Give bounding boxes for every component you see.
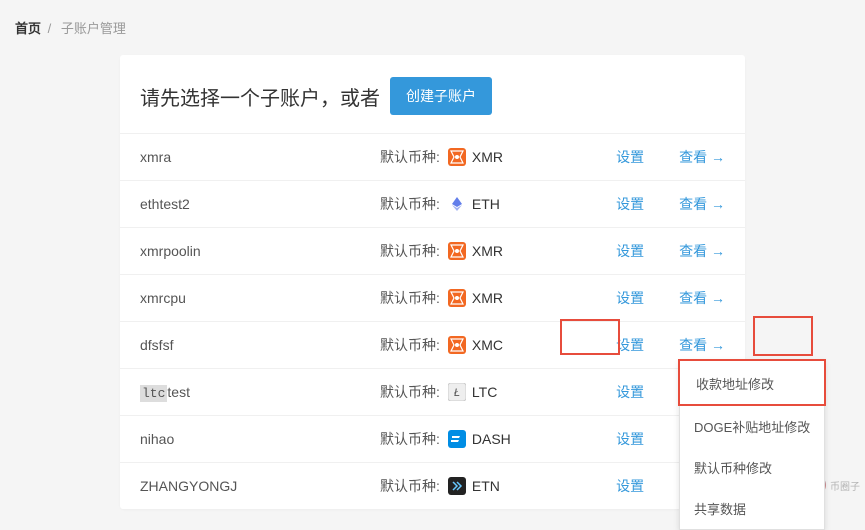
account-name: ZHANGYONGJ (140, 478, 380, 494)
card-header: 请先选择一个子账户，或者 创建子账户 (120, 55, 745, 133)
coin-label: 默认币种: (380, 429, 440, 449)
dropdown-item-address[interactable]: 收款地址修改 (678, 359, 826, 406)
account-name: nihao (140, 431, 380, 447)
dropdown-item-coin[interactable]: 默认币种修改 (680, 447, 824, 488)
table-row: xmrpoolin 默认币种: XMR 设置 查看 (120, 227, 745, 274)
view-link[interactable]: 查看 (679, 335, 725, 355)
view-link[interactable]: 查看 (679, 288, 725, 308)
settings-link[interactable]: 设置 (616, 241, 644, 261)
coin-name: ETN (472, 478, 500, 494)
xmr-icon (448, 148, 466, 166)
breadcrumb: 首页 / 子账户管理 (0, 0, 865, 55)
account-name: ltctest (140, 384, 380, 401)
table-row: nihao 默认币种: DASH 设置 查看 (120, 415, 745, 462)
coin-label: 默认币种: (380, 335, 440, 355)
coin-name: XMR (472, 149, 503, 165)
settings-link[interactable]: 设置 (616, 194, 644, 214)
coin-name: DASH (472, 431, 511, 447)
coin-cell: 默认币种: XMR (380, 241, 615, 261)
account-name: ethtest2 (140, 196, 380, 212)
table-row: xmra 默认币种: XMR 设置 查看 (120, 133, 745, 180)
dropdown-item-doge[interactable]: DOGE补贴地址修改 (680, 406, 824, 447)
table-row: ltctest 默认币种: Ł LTC 设置 查看 (120, 368, 745, 415)
breadcrumb-current: 子账户管理 (61, 21, 126, 36)
settings-link[interactable]: 设置 (616, 429, 644, 449)
table-row: ethtest2 默认币种: ETH 设置 查看 (120, 180, 745, 227)
coin-label: 默认币种: (380, 147, 440, 167)
coin-label: 默认币种: (380, 382, 440, 402)
settings-dropdown: 收款地址修改 DOGE补贴地址修改 默认币种修改 共享数据 (679, 360, 825, 530)
dropdown-item-share[interactable]: 共享数据 (680, 488, 824, 529)
coin-cell: 默认币种: ETN (380, 476, 615, 496)
coin-name: XMC (472, 337, 503, 353)
view-link[interactable]: 查看 (679, 194, 725, 214)
coin-label: 默认币种: (380, 194, 440, 214)
coin-label: 默认币种: (380, 288, 440, 308)
coin-name: XMR (472, 290, 503, 306)
view-link[interactable]: 查看 (679, 147, 725, 167)
view-link[interactable]: 查看 (679, 241, 725, 261)
coin-cell: 默认币种: XMR (380, 147, 615, 167)
table-row: ZHANGYONGJ 默认币种: ETN 设置 查看 (120, 462, 745, 509)
etn-icon (448, 477, 466, 495)
ltc-icon: Ł (448, 383, 466, 401)
account-name: dfsfsf (140, 337, 380, 353)
create-subaccount-button[interactable]: 创建子账户 (390, 77, 492, 115)
coin-label: 默认币种: (380, 476, 440, 496)
dash-icon (448, 430, 466, 448)
account-name: xmrcpu (140, 290, 380, 306)
svg-text:Ł: Ł (454, 387, 460, 399)
coin-cell: 默认币种: Ł LTC (380, 382, 615, 402)
settings-link[interactable]: 设置 (616, 476, 644, 496)
page-title: 请先选择一个子账户，或者 (140, 82, 380, 111)
breadcrumb-separator: / (48, 21, 52, 36)
settings-link[interactable]: 设置 (616, 335, 644, 355)
account-name: xmra (140, 149, 380, 165)
coin-label: 默认币种: (380, 241, 440, 261)
watermark-text: 币圈子 (830, 478, 860, 493)
account-name: xmrpoolin (140, 243, 380, 259)
coin-cell: 默认币种: XMC (380, 335, 615, 355)
settings-link[interactable]: 设置 (616, 382, 644, 402)
coin-name: XMR (472, 243, 503, 259)
xmr-icon (448, 242, 466, 260)
highlight-settings-link (753, 316, 813, 356)
xmr-icon (448, 336, 466, 354)
table-row: dfsfsf 默认币种: XMC 设置 查看 (120, 321, 745, 368)
coin-cell: 默认币种: DASH (380, 429, 615, 449)
table-row: xmrcpu 默认币种: XMR 设置 查看 (120, 274, 745, 321)
subaccount-card: 请先选择一个子账户，或者 创建子账户 xmra 默认币种: XMR 设置 查看 … (120, 55, 745, 509)
eth-icon (448, 195, 466, 213)
coin-name: ETH (472, 196, 500, 212)
breadcrumb-home[interactable]: 首页 (15, 21, 41, 36)
coin-cell: 默认币种: XMR (380, 288, 615, 308)
coin-cell: 默认币种: ETH (380, 194, 615, 214)
xmr-icon (448, 289, 466, 307)
settings-link[interactable]: 设置 (616, 147, 644, 167)
coin-name: LTC (472, 384, 497, 400)
settings-link[interactable]: 设置 (616, 288, 644, 308)
